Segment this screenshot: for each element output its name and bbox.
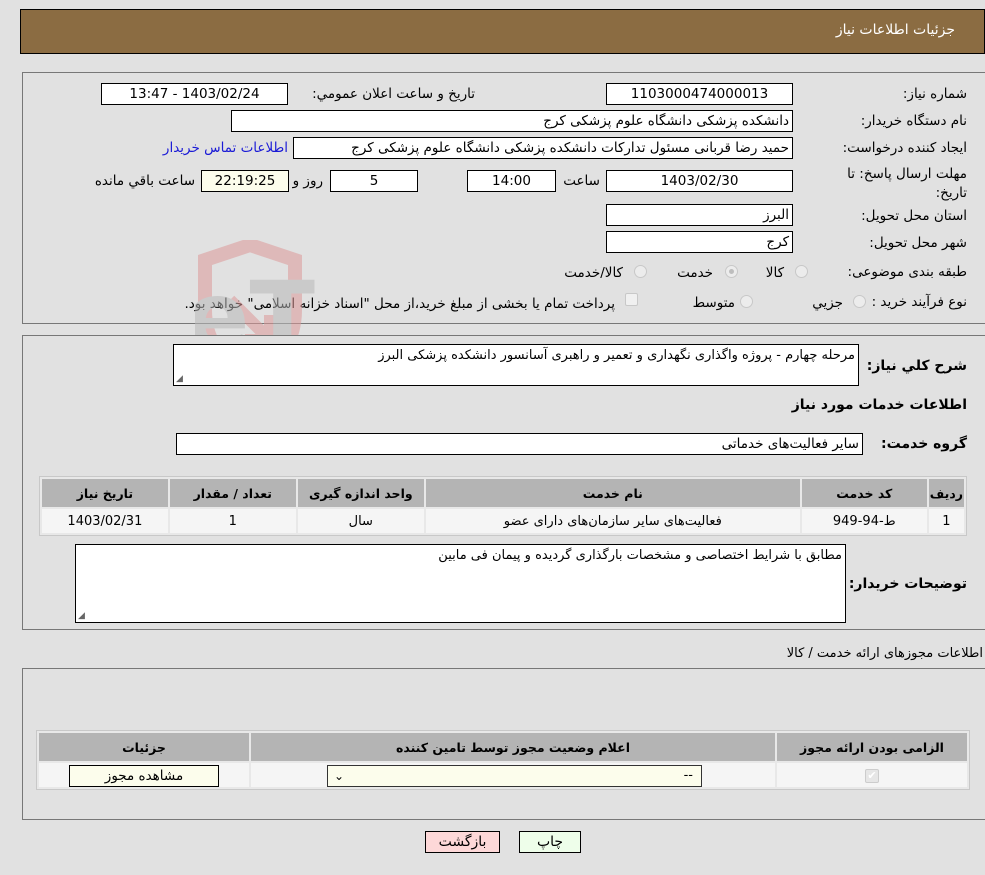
buyer-notes-label: توضیحات خریدار: [848, 576, 967, 592]
cell-row-number: 1 [928, 509, 964, 533]
col-service-code: کد خدمت [801, 479, 927, 507]
cell-unit: سال [297, 509, 424, 533]
remaining-time-field: 22:19:25 [201, 170, 289, 192]
cell-need-date: 1403/02/31 [42, 509, 168, 533]
page-title: جزئیات اطلاعات نیاز [835, 22, 955, 38]
back-button[interactable]: بازگشت [425, 831, 500, 853]
col-permit-details: جزئیات [39, 733, 249, 761]
col-unit: واحد اندازه گیری [297, 479, 424, 507]
buyer-notes-textarea[interactable]: مطابق با شرایط اختصاصی و مشخصات بارگذاری… [75, 544, 846, 623]
buyer-notes-text: مطابق با شرایط اختصاصی و مشخصات بارگذاری… [438, 548, 842, 563]
services-table: ردیف کد خدمت نام خدمت واحد اندازه گیری ت… [39, 476, 967, 536]
remaining-days-field: 5 [330, 170, 418, 192]
permit-required-checkbox[interactable]: ✔ [865, 768, 879, 783]
print-button[interactable]: چاپ [519, 831, 581, 853]
process-radio-minor[interactable] [853, 295, 866, 308]
category-radio-goods[interactable] [795, 265, 808, 278]
need-number-label: شماره نیاز: [902, 86, 967, 102]
category-option-goods-service: کالا/خدمت [564, 265, 623, 281]
description-label: شرح کلي نياز: [866, 358, 967, 374]
cell-permit-required: ✔ [777, 763, 967, 787]
deadline-label: مهلت ارسال پاسخ: تا تاریخ: [847, 166, 967, 201]
col-permit-status: اعلام وضعیت مجوز توسط تامین کننده [251, 733, 775, 761]
view-permit-button[interactable]: مشاهده مجوز [69, 765, 219, 787]
province-label: استان محل تحویل: [861, 208, 967, 224]
permits-section-title: اطلاعات مجوزهای ارائه خدمت / کالا [786, 646, 983, 661]
table-row: 1 ط-94-949 فعالیت‌های سایر سازمان‌های دا… [42, 509, 964, 533]
days-label: روز و [292, 173, 323, 189]
treasury-payment-checkbox[interactable] [625, 293, 638, 306]
announce-date-label: تاريخ و ساعت اعلان عمومي: [312, 86, 475, 102]
description-textarea[interactable]: مرحله چهارم - پروژه واگذاری نگهداری و تع… [173, 344, 859, 386]
resize-grip-icon[interactable]: ◢ [78, 611, 85, 621]
col-row-number: ردیف [928, 479, 964, 507]
category-option-service: خدمت [677, 265, 713, 281]
remaining-time-label: ساعت باقي مانده [94, 173, 195, 189]
cell-quantity: 1 [169, 509, 296, 533]
permits-table-header: الزامی بودن ارائه مجوز اعلام وضعیت مجوز … [39, 733, 967, 761]
col-service-name: نام خدمت [425, 479, 800, 507]
process-option-minor: جزيي [812, 295, 843, 311]
service-group-field: سایر فعالیت‌های خدماتی [176, 433, 863, 455]
category-option-goods: کالا [765, 265, 784, 281]
permit-status-selected: -- [683, 768, 693, 783]
city-label: شهر محل تحویل: [869, 235, 967, 251]
col-permit-required: الزامی بودن ارائه مجوز [777, 733, 967, 761]
category-label: طبقه بندی موضوعی: [847, 264, 967, 280]
process-type-label: نوع فرآیند خرید : [871, 294, 967, 310]
deadline-date-field: 1403/02/30 [606, 170, 793, 192]
process-option-medium: متوسط [692, 295, 735, 311]
need-number-field: 1103000474000013 [606, 83, 793, 105]
buyer-org-field: دانشکده پزشکی دانشگاه علوم پزشکی کرج [231, 110, 793, 132]
permit-status-select[interactable]: -- ⌄ [327, 765, 702, 787]
buyer-org-label: نام دستگاه خریدار: [860, 113, 967, 129]
services-table-header: ردیف کد خدمت نام خدمت واحد اندازه گیری ت… [42, 479, 964, 507]
deadline-time-label: ساعت [563, 173, 600, 189]
buyer-contact-link[interactable]: اطلاعات تماس خریدار [163, 140, 288, 156]
cell-service-name: فعالیت‌های سایر سازمان‌های دارای عضو [425, 509, 800, 533]
description-text: مرحله چهارم - پروژه واگذاری نگهداری و تع… [378, 348, 855, 363]
deadline-time-field: 14:00 [467, 170, 556, 192]
city-field: کرج [606, 231, 793, 253]
resize-grip-icon[interactable]: ◢ [176, 374, 183, 384]
process-radio-medium[interactable] [740, 295, 753, 308]
category-radio-goods-service[interactable] [634, 265, 647, 278]
col-quantity: تعداد / مقدار [169, 479, 296, 507]
payment-note: پرداخت تمام یا بخشی از مبلغ خرید،از محل … [184, 296, 615, 312]
province-field: البرز [606, 204, 793, 226]
chevron-down-icon: ⌄ [334, 769, 345, 783]
service-group-label: گروه خدمت: [881, 436, 967, 452]
category-radio-service[interactable] [725, 265, 738, 278]
col-need-date: تاریخ نیاز [42, 479, 168, 507]
creator-field: حمید رضا قربانی مسئول تدارکات دانشکده پز… [293, 137, 793, 159]
announce-date-field: 1403/02/24 - 13:47 [101, 83, 288, 105]
cell-service-code: ط-94-949 [801, 509, 927, 533]
services-section-title: اطلاعات خدمات مورد نیاز [791, 397, 967, 413]
creator-label: ایجاد کننده درخواست: [842, 140, 967, 156]
